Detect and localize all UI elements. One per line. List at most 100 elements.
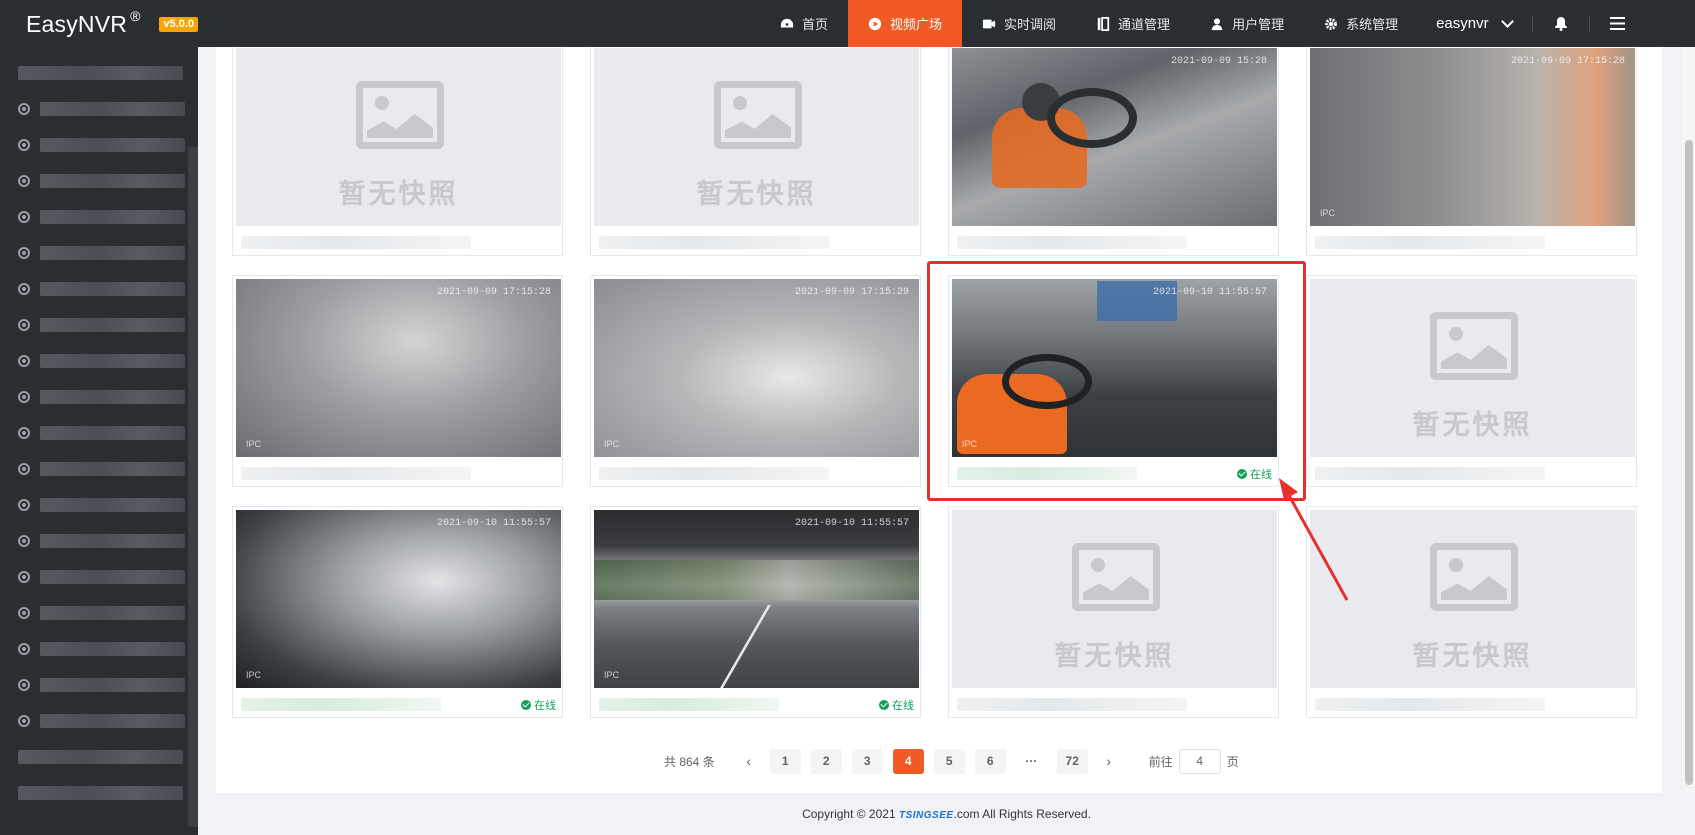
image-placeholder-icon — [1430, 312, 1518, 380]
sidebar-item[interactable] — [18, 349, 185, 373]
sidebar-item[interactable] — [18, 637, 185, 661]
video-card[interactable]: 暂无快照 — [948, 506, 1279, 718]
video-card[interactable]: 2021-09-09 17:15:28 IPC — [232, 275, 563, 487]
camera-icon — [18, 535, 30, 547]
sidebar-item[interactable] — [18, 61, 183, 85]
card-footer — [1307, 228, 1638, 256]
page-button[interactable]: 1 — [769, 748, 801, 774]
sidebar-item[interactable] — [18, 313, 185, 337]
video-card[interactable]: 暂无快照 — [1306, 506, 1637, 718]
card-footer — [1307, 690, 1638, 718]
video-card[interactable]: 2021-09-09 15:28 — [948, 44, 1279, 256]
nav-home[interactable]: 首页 — [760, 0, 848, 47]
menu-button[interactable] — [1590, 0, 1646, 47]
image-placeholder-icon — [1072, 543, 1160, 611]
video-card[interactable]: 暂无快照 — [1306, 275, 1637, 487]
channel-name-blurred — [241, 236, 471, 249]
page-button[interactable]: 3 — [851, 748, 883, 774]
blurred-label — [40, 570, 185, 584]
scrollbar-thumb[interactable] — [1685, 140, 1693, 785]
page-button[interactable]: 5 — [933, 748, 965, 774]
channel-name-blurred — [1315, 236, 1545, 249]
camera-icon — [18, 607, 30, 619]
sidebar-item[interactable] — [18, 565, 185, 589]
ipc-label: IPC — [1320, 208, 1336, 218]
more-pages-button[interactable]: ··· — [1016, 754, 1047, 768]
next-page-button[interactable]: › — [1098, 753, 1120, 769]
video-card-highlighted[interactable]: 2021-09-10 11:55:57 IPC 在线 — [948, 275, 1279, 487]
blurred-label — [40, 426, 185, 440]
no-snapshot-text: 暂无快照 — [1412, 641, 1533, 671]
nav-channel-management[interactable]: 通道管理 — [1076, 0, 1190, 47]
snapshot-image: 2021-09-09 17:15:29 IPC — [594, 279, 919, 457]
sidebar-item[interactable] — [18, 745, 183, 769]
blurred-label — [18, 66, 183, 80]
snapshot-placeholder: 暂无快照 — [952, 510, 1277, 688]
sidebar-item[interactable] — [18, 133, 185, 157]
check-circle-icon — [879, 700, 889, 710]
snapshot-timestamp: 2021-09-09 17:15:29 — [794, 287, 909, 298]
blurred-label — [40, 534, 185, 548]
sidebar-item[interactable] — [18, 781, 183, 805]
prev-page-button[interactable]: ‹ — [738, 753, 760, 769]
page-button-current[interactable]: 4 — [892, 748, 924, 774]
video-card[interactable]: 暂无快照 — [232, 44, 563, 256]
sidebar-scroll-edge — [188, 147, 198, 827]
page-button[interactable]: 6 — [974, 748, 1006, 774]
page-button-last[interactable]: 72 — [1056, 748, 1088, 774]
goto-suffix: 页 — [1226, 754, 1239, 769]
video-card[interactable]: 2021-09-09 17:15:28 IPC — [1306, 44, 1637, 256]
video-card[interactable]: 2021-09-09 17:15:29 IPC — [590, 275, 921, 487]
video-card[interactable]: 暂无快照 — [590, 44, 921, 256]
nav-system-management[interactable]: 系统管理 — [1304, 0, 1418, 47]
camera-icon — [18, 571, 30, 583]
goto-page: 前往 4 页 — [1148, 748, 1239, 774]
ipc-label: IPC — [246, 670, 262, 680]
sidebar-item[interactable] — [18, 529, 185, 553]
nav-user-management[interactable]: 用户管理 — [1190, 0, 1304, 47]
nav-live-view[interactable]: 实时调阅 — [962, 0, 1076, 47]
camera-icon — [18, 211, 30, 223]
camera-icon — [18, 715, 30, 727]
blurred-label — [40, 282, 185, 296]
sidebar-item[interactable] — [18, 205, 185, 229]
sidebar-item[interactable] — [18, 493, 185, 517]
sidebar-item[interactable] — [18, 601, 185, 625]
sidebar-item[interactable] — [18, 277, 185, 301]
video-card[interactable]: 2021-09-10 11:55:57 IPC 在线 — [590, 506, 921, 718]
blurred-label — [40, 102, 185, 116]
blurred-label — [40, 174, 185, 188]
goto-page-input[interactable]: 4 — [1178, 748, 1221, 774]
channel-name-blurred — [957, 236, 1187, 249]
sidebar-item[interactable] — [18, 709, 185, 733]
snapshot-placeholder: 暂无快照 — [1310, 279, 1635, 457]
channel-name-blurred — [599, 467, 829, 480]
image-placeholder-icon — [714, 81, 802, 149]
nav-video-square[interactable]: 视频广场 — [848, 0, 963, 47]
goto-prefix: 前往 — [1148, 754, 1173, 769]
user-menu[interactable]: easynvr — [1418, 0, 1532, 47]
blurred-label — [40, 714, 185, 728]
nav-label: 系统管理 — [1346, 17, 1399, 32]
camera-icon — [18, 391, 30, 403]
video-card[interactable]: 2021-09-10 11:55:57 IPC 在线 — [232, 506, 563, 718]
camera-icon — [18, 643, 30, 655]
tsingsee-logo[interactable]: TSINGSEE — [899, 810, 954, 821]
sidebar-item[interactable] — [18, 97, 185, 121]
sidebar-item[interactable] — [18, 457, 185, 481]
version-badge: v5.0.0 — [159, 16, 199, 32]
sidebar-item[interactable] — [18, 169, 185, 193]
blurred-label — [40, 246, 185, 260]
sidebar-item[interactable] — [18, 385, 185, 409]
sidebar-item[interactable] — [18, 241, 185, 265]
page-button[interactable]: 2 — [810, 748, 842, 774]
no-snapshot-text: 暂无快照 — [696, 179, 817, 209]
sidebar-item[interactable] — [18, 673, 185, 697]
notification-button[interactable] — [1533, 0, 1589, 47]
main-nav: 首页 视频广场 实时调阅 通道管理 用户管理 系统管理 — [760, 0, 1418, 47]
blurred-label — [18, 750, 183, 764]
app-name: EasyNVR — [26, 10, 128, 37]
online-status: 在线 — [879, 697, 914, 713]
snapshot-image: 2021-09-10 11:55:57 IPC — [594, 510, 919, 688]
sidebar-item[interactable] — [18, 421, 185, 445]
